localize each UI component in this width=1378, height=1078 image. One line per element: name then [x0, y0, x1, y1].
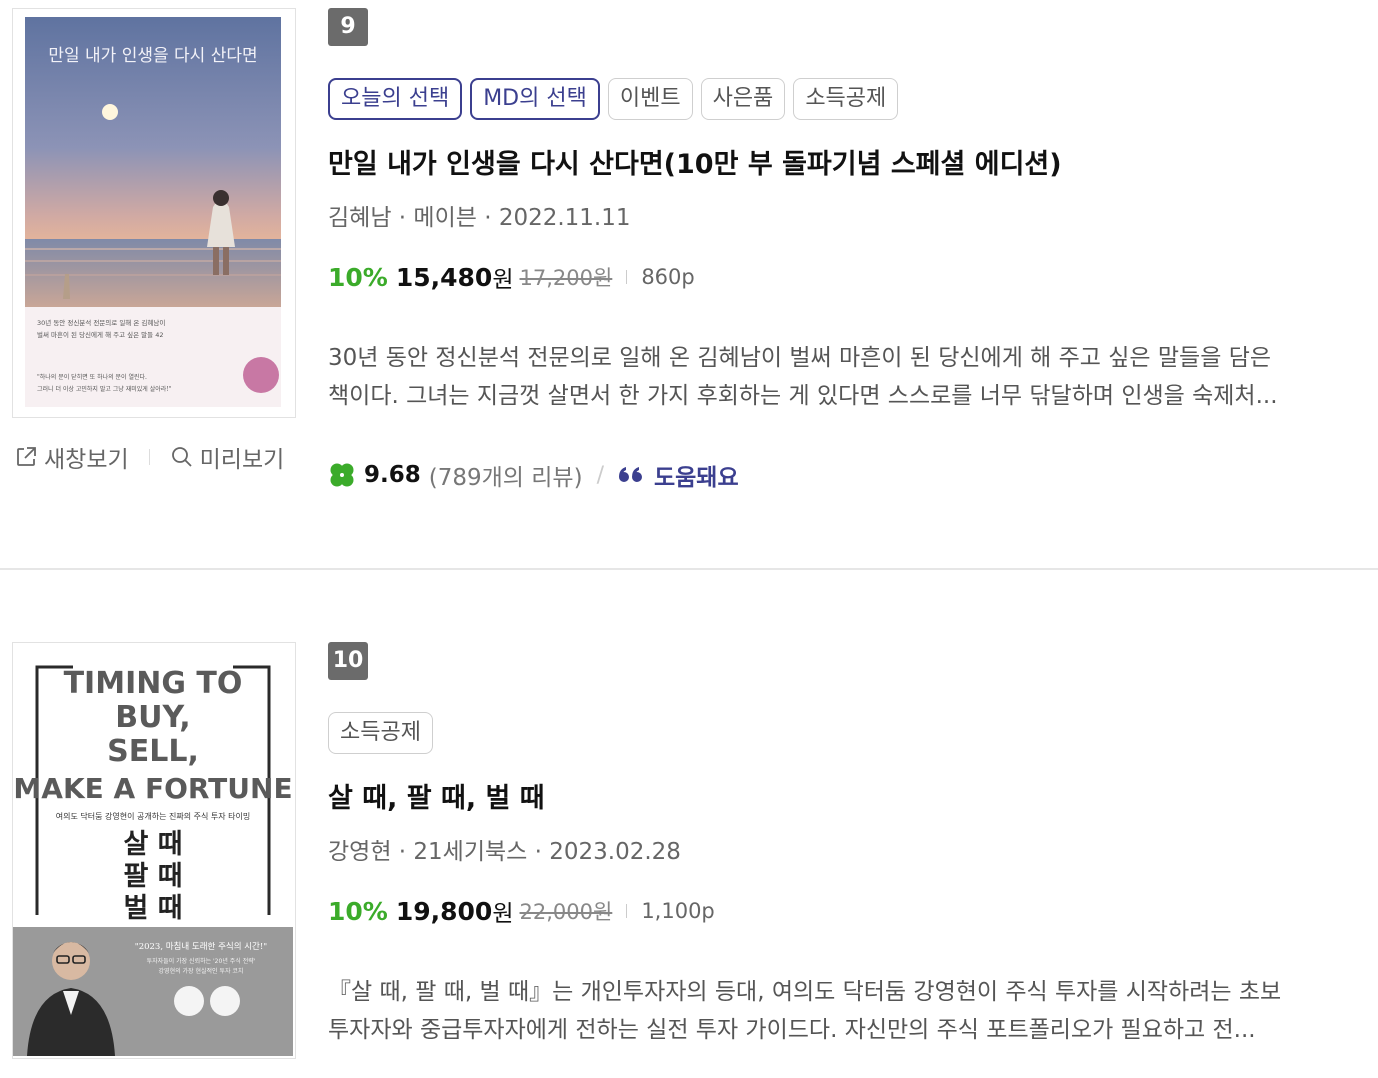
cover-title-text: BUY,	[115, 700, 190, 735]
book-title[interactable]: 살 때, 팔 때, 벌 때	[328, 776, 545, 815]
tag-list: 소득공제	[328, 712, 433, 754]
tag-list: 오늘의 선택 MD의 선택 이벤트 사은품 소득공제	[328, 78, 899, 120]
tag-md-pick[interactable]: MD의 선택	[470, 78, 600, 120]
tag-tax-deduction[interactable]: 소득공제	[328, 712, 433, 754]
page-count: 860p	[641, 265, 695, 289]
book-meta: 김혜남 · 메이븐 · 2022.11.11	[328, 205, 631, 231]
quote-icon	[618, 467, 642, 482]
cover-title-text: 팔 때	[123, 861, 182, 892]
cover-quote-line: "2023, 마침내 도래한 주식의 시간!"	[135, 941, 267, 952]
cover-quote-line: 그러니 더 이상 고민하지 말고 그냥 재미있게 살아라!"	[37, 385, 172, 393]
book-item: 만일 내가 인생을 다시 산다면 30년 동안 정신분석 전문의로 일해 온 김…	[0, 0, 1378, 568]
cover-title-text: MAKE A FORTUNE	[13, 772, 292, 805]
cover-subtitle-line: 강영현의 가장 현실적인 투자 코치	[159, 967, 244, 975]
review-count[interactable]: (789개의 리뷰)	[429, 458, 583, 492]
price-row: 10% 15,480 원 17,200원 860p	[328, 260, 695, 294]
currency-unit: 원	[492, 901, 514, 927]
clover-icon	[330, 463, 354, 487]
book-info: 9 오늘의 선택 MD의 선택 이벤트 사은품 소득공제 만일 내가 인생을 다…	[328, 8, 1368, 491]
slash-separator: /	[596, 462, 604, 488]
divider	[626, 904, 628, 918]
divider	[626, 270, 628, 284]
cover-title-text: 만일 내가 인생을 다시 산다면	[48, 46, 257, 66]
description-line: 30년 동안 정신분석 전문의로 일해 온 김혜남이 벌써 마흔이 된 당신에게…	[328, 345, 1272, 371]
helpful-label: 도움돼요	[653, 465, 739, 491]
currency-unit: 원	[492, 267, 514, 293]
price-row: 10% 19,800 원 22,000원 1,100p	[328, 894, 715, 928]
cover-title-text: SELL,	[107, 734, 199, 769]
discount-rate: 10%	[328, 262, 388, 292]
cover-subtitle-line: 투자자들이 가장 신뢰하는 '20년 주식 전략'	[147, 957, 256, 965]
cover-subtitle-line: 30년 동안 정신분석 전문의로 일해 온 김혜남이	[37, 318, 165, 327]
cover-subtitle-line: 벌써 마흔이 된 당신에게 해 주고 싶은 말들 42	[37, 330, 163, 339]
rating-row: 9.68 (789개의 리뷰) / 도움돼요	[328, 458, 739, 492]
cover-title-text: TIMING TO	[64, 666, 243, 701]
tag-gift[interactable]: 사은품	[700, 78, 786, 120]
tag-event[interactable]: 이벤트	[607, 78, 693, 120]
book-title[interactable]: 만일 내가 인생을 다시 산다면(10만 부 돌파기념 스페셜 에디션)	[328, 142, 1062, 181]
cover-title-text: 벌 때	[123, 893, 182, 924]
book-meta: 강영현 · 21세기북스 · 2023.02.28	[328, 839, 681, 865]
rank-badge: 10	[328, 642, 368, 680]
rating-score: 9.68	[364, 462, 421, 488]
original-price: 17,200원	[519, 266, 613, 290]
cover-image: TIMING TO BUY, SELL, MAKE A FORTUNE 여의도 …	[13, 643, 293, 1056]
book-description: 『살 때, 팔 때, 벌 때』는 개인투자자의 등대, 여의도 닥터둠 강영현이…	[328, 973, 1358, 1049]
cover-subtitle-line: 여의도 닥터둠 강영현이 공개하는 진짜의 주식 투자 타이밍	[56, 811, 250, 821]
cover-actions: 새창보기 미리보기	[14, 440, 284, 474]
discount-rate: 10%	[328, 896, 388, 926]
book-info: 10 소득공제 살 때, 팔 때, 벌 때 강영현 · 21세기북스 · 202…	[328, 642, 1368, 1043]
rank-badge: 9	[328, 8, 368, 46]
book-cover[interactable]: TIMING TO BUY, SELL, MAKE A FORTUNE 여의도 …	[12, 642, 296, 1059]
description-line: 책이다. 그녀는 지금껏 살면서 한 가지 후회하는 게 있다면 스스로를 너무…	[328, 383, 1278, 409]
external-link-icon	[17, 447, 36, 466]
sale-price: 15,480	[395, 262, 493, 292]
new-window-button[interactable]: 새창보기	[14, 440, 129, 474]
divider	[148, 449, 150, 465]
description-line: 투자자와 중급투자자에게 전하는 실전 투자 가이드다. 자신만의 주식 포트폴…	[328, 1017, 1256, 1043]
cover-quote-line: "하나의 문이 닫히면 또 하나의 문이 열린다.	[37, 373, 147, 381]
new-window-label: 새창보기	[44, 447, 129, 473]
search-icon	[171, 447, 192, 467]
tag-tax-deduction[interactable]: 소득공제	[793, 78, 899, 120]
helpful-review-link[interactable]: 도움돼요	[618, 458, 739, 492]
tag-todays-pick[interactable]: 오늘의 선택	[328, 78, 463, 120]
original-price: 22,000원	[519, 900, 613, 924]
book-description: 30년 동안 정신분석 전문의로 일해 온 김혜남이 벌써 마흔이 된 당신에게…	[328, 339, 1358, 415]
preview-label: 미리보기	[199, 447, 285, 473]
book-cover[interactable]: 만일 내가 인생을 다시 산다면 30년 동안 정신분석 전문의로 일해 온 김…	[12, 8, 296, 418]
cover-image: 만일 내가 인생을 다시 산다면 30년 동안 정신분석 전문의로 일해 온 김…	[25, 17, 281, 407]
book-item: TIMING TO BUY, SELL, MAKE A FORTUNE 여의도 …	[0, 570, 1378, 1078]
page-count: 1,100p	[641, 899, 715, 923]
description-line: 『살 때, 팔 때, 벌 때』는 개인투자자의 등대, 여의도 닥터둠 강영현이…	[328, 979, 1282, 1005]
cover-title-text: 살 때	[123, 829, 182, 860]
sale-price: 19,800	[395, 896, 493, 926]
preview-button[interactable]: 미리보기	[170, 440, 285, 474]
